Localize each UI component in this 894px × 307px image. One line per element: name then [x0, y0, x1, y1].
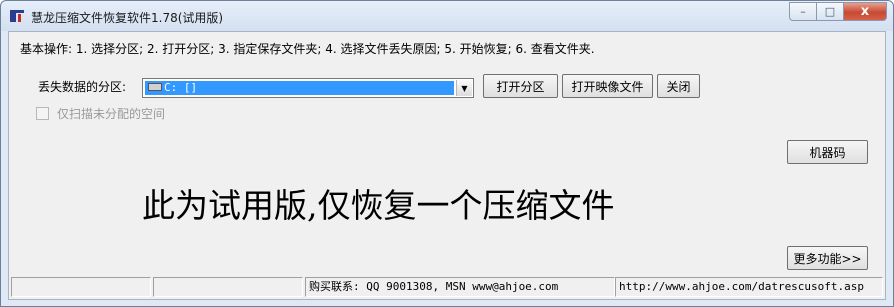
open-image-file-button[interactable]: 打开映像文件	[562, 74, 653, 98]
partition-selected-value: C: []	[145, 81, 454, 95]
client-area	[8, 31, 886, 300]
basic-operations-text: 基本操作: 1. 选择分区; 2. 打开分区; 3. 指定保存文件夹; 4. 选…	[20, 42, 595, 56]
app-icon	[10, 10, 24, 22]
scan-unallocated-option: 仅扫描未分配的空间	[36, 105, 165, 122]
machine-code-button[interactable]: 机器码	[787, 140, 868, 164]
scan-unallocated-label: 仅扫描未分配的空间	[57, 107, 166, 121]
window-title: 慧龙压缩文件恢复软件1.78(试用版)	[31, 11, 224, 25]
status-bar: 购买联系: QQ 9001308, MSN www@ahjoe.com http…	[9, 277, 885, 299]
close-window-button[interactable]: x	[843, 2, 887, 21]
status-pane-1	[11, 277, 151, 297]
minimize-icon: –	[800, 5, 806, 18]
close-icon: x	[860, 4, 870, 19]
partition-value-text: C: []	[164, 81, 198, 94]
app-window: 慧龙压缩文件恢复软件1.78(试用版) – □ x 基本操作: 1. 选择分区;…	[0, 0, 894, 307]
maximize-icon: □	[824, 5, 836, 18]
more-features-button[interactable]: 更多功能>>	[787, 246, 868, 270]
close-button[interactable]: 关闭	[657, 74, 700, 98]
chevron-down-icon[interactable]: ▼	[456, 80, 472, 96]
minimize-button[interactable]: –	[789, 2, 816, 21]
partition-label: 丢失数据的分区:	[38, 80, 127, 94]
open-partition-button[interactable]: 打开分区	[483, 74, 558, 98]
status-url: http://www.ahjoe.com/datrescusoft.asp	[615, 277, 883, 297]
partition-select[interactable]: C: [] ▼	[142, 78, 474, 98]
title-bar[interactable]: 慧龙压缩文件恢复软件1.78(试用版) – □ x	[1, 1, 893, 31]
scan-unallocated-checkbox	[36, 107, 49, 120]
maximize-button[interactable]: □	[816, 2, 843, 21]
status-contact: 购买联系: QQ 9001308, MSN www@ahjoe.com	[305, 277, 615, 297]
drive-icon	[148, 83, 162, 91]
window-controls: – □ x	[789, 2, 887, 22]
trial-notice: 此为试用版,仅恢复一个压缩文件	[142, 186, 615, 225]
status-pane-2	[153, 277, 303, 297]
